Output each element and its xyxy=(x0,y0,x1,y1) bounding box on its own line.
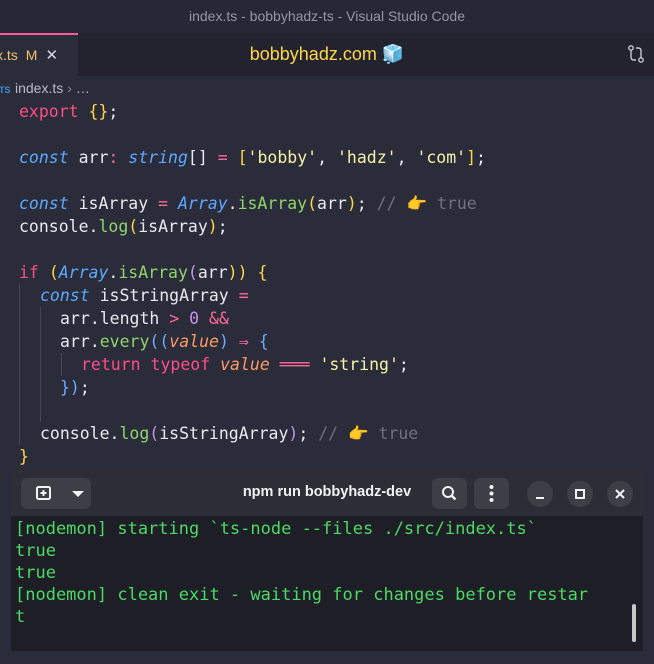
tab-index-ts[interactable]: x.ts M ✕ xyxy=(0,33,78,76)
tab-bar: x.ts M ✕ bobbyhadz.com 🧊 xyxy=(0,33,654,76)
center-title: bobbyhadz.com 🧊 xyxy=(249,44,405,64)
code-line: }); xyxy=(60,378,90,397)
terminal-scrollbar[interactable] xyxy=(632,604,636,642)
terminal-line: t xyxy=(15,607,26,627)
chevron-down-icon[interactable] xyxy=(65,478,91,509)
terminal-line: [nodemon] starting `ts-node --files ./sr… xyxy=(15,519,537,539)
code-line: const arr: string[] = ['bobby', 'hadz', … xyxy=(19,148,486,167)
close-icon[interactable] xyxy=(607,481,633,507)
close-icon[interactable]: ✕ xyxy=(45,47,58,64)
tab-label: x.ts xyxy=(0,47,18,63)
terminal-output[interactable]: [nodemon] starting `ts-node --files ./sr… xyxy=(11,516,643,651)
code-line: arr.length > 0 && xyxy=(60,309,229,328)
search-icon[interactable] xyxy=(432,478,467,509)
bottom-strip xyxy=(0,651,654,664)
indent-guide xyxy=(40,307,41,422)
terminal-line: true xyxy=(15,563,56,583)
vertical-dots-icon[interactable] xyxy=(474,478,509,509)
terminal-header: npm run bobbyhadz-dev xyxy=(11,469,643,516)
code-line: console.log(isArray); xyxy=(19,217,228,236)
breadcrumb-file[interactable]: index.ts xyxy=(15,80,63,96)
code-line: const isStringArray = xyxy=(40,286,249,305)
modified-badge: M xyxy=(25,47,38,63)
terminal-line: true xyxy=(15,541,56,561)
breadcrumb-separator: › xyxy=(67,80,72,96)
terminal-line: [nodemon] clean exit - waiting for chang… xyxy=(15,585,589,605)
code-line: const isArray = Array.isArray(arr); // 👉… xyxy=(19,194,477,213)
code-line: if (Array.isArray(arr)) { xyxy=(19,263,268,282)
new-tab-button[interactable] xyxy=(21,478,91,509)
code-line: arr.every((value) ⇒ { xyxy=(60,332,269,351)
indent-guide xyxy=(61,353,62,376)
code-line: return typeof value ═══ 'string'; xyxy=(81,355,409,374)
terminal-window: npm run bobbyhadz-dev [nodemon] starting… xyxy=(11,469,643,651)
git-compare-icon[interactable] xyxy=(626,44,646,64)
plus-in-square-icon[interactable] xyxy=(21,478,65,509)
code-line: } xyxy=(19,447,29,466)
maximize-icon[interactable] xyxy=(567,481,593,507)
breadcrumb-more[interactable]: … xyxy=(76,80,90,96)
breadcrumb: TS index.ts ›… xyxy=(0,76,654,100)
indent-guide xyxy=(19,284,20,445)
typescript-file-icon: TS xyxy=(0,85,11,95)
code-line: console.log(isStringArray); // 👉 true xyxy=(40,424,419,443)
minimize-icon[interactable] xyxy=(527,481,553,507)
code-editor[interactable]: export {}; const arr: string[] = ['bobby… xyxy=(0,100,654,467)
code-line: export {}; xyxy=(19,102,119,121)
window-title: index.ts - bobbyhadz-ts - Visual Studio … xyxy=(0,0,654,33)
